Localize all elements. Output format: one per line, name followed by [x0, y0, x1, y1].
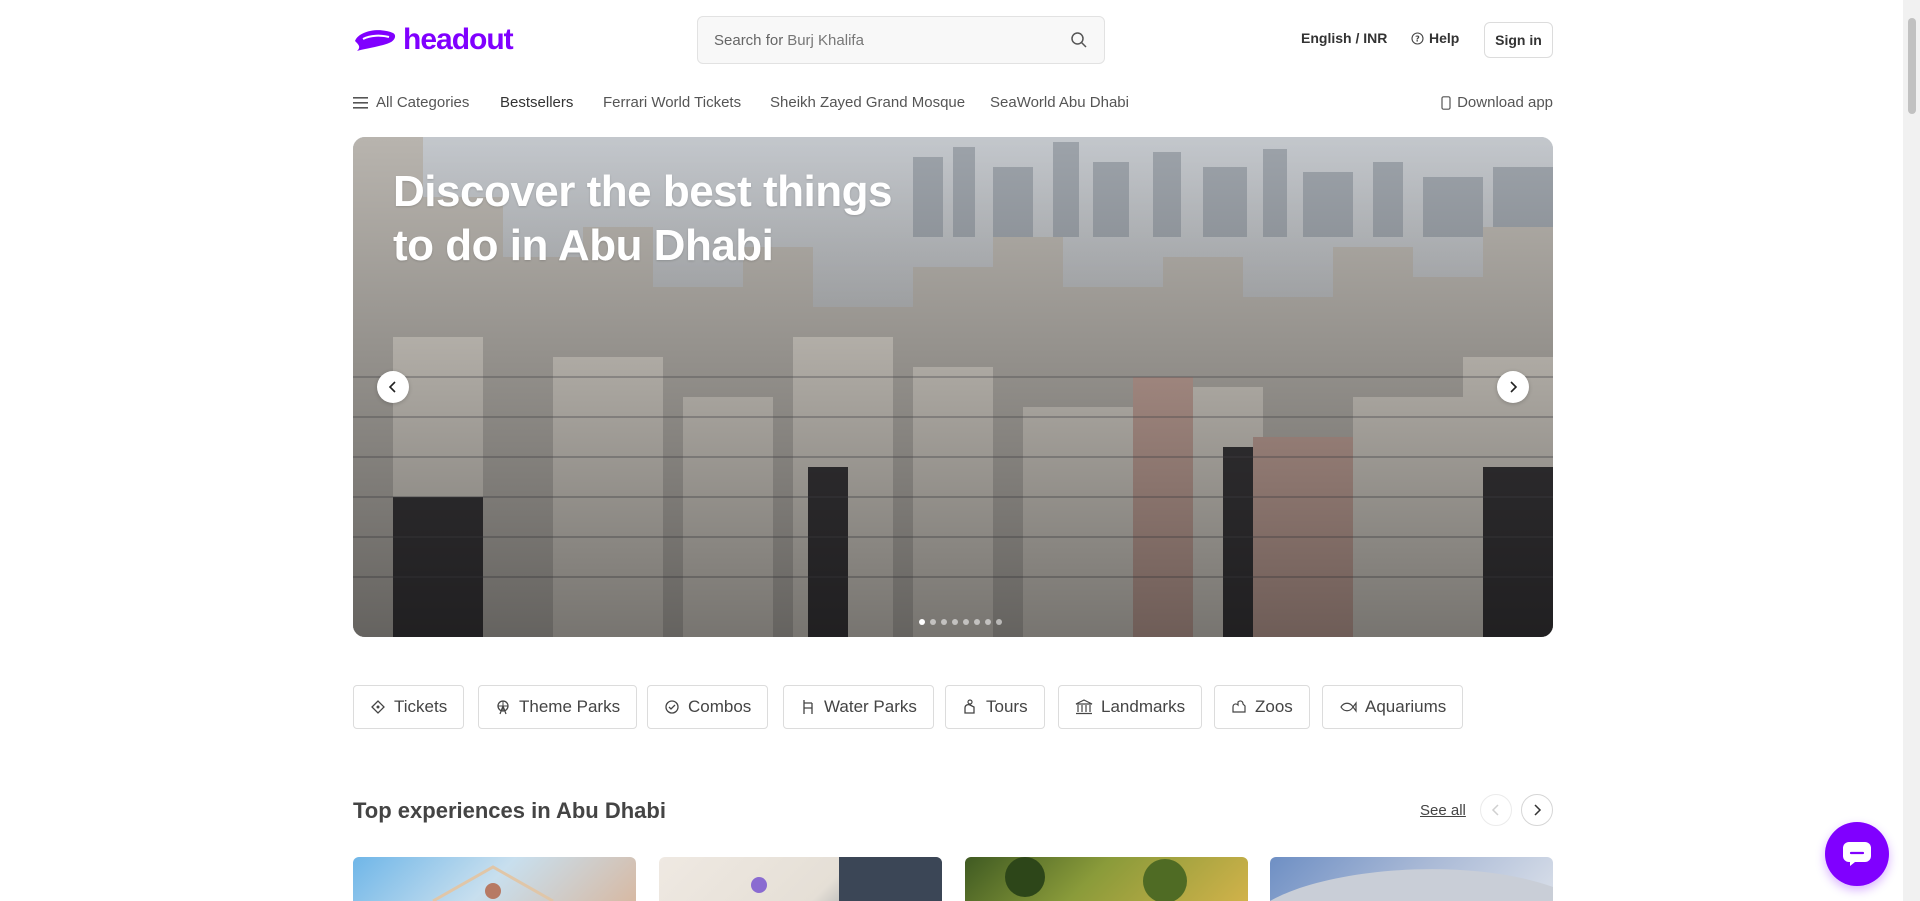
hero-dot[interactable] — [952, 619, 958, 625]
fish-icon — [1340, 701, 1357, 713]
water-park-icon — [803, 700, 813, 714]
hero-title-line2: to do in Abu Dhabi — [393, 221, 774, 270]
chip-label: Combos — [688, 697, 752, 716]
signin-button[interactable]: Sign in — [1484, 22, 1553, 58]
headout-logo-icon — [355, 30, 396, 51]
chip-theme-parks[interactable]: Theme Parks — [478, 685, 638, 729]
search-icon[interactable] — [1070, 31, 1088, 49]
search-prefix: Search for — [714, 31, 784, 49]
download-app-label: Download app — [1457, 94, 1553, 111]
card-photo — [751, 857, 942, 901]
search-suggestion: Burj Khalifa — [787, 31, 864, 49]
chevron-right-icon — [1510, 381, 1518, 393]
hero-prev-button[interactable] — [377, 371, 409, 403]
svg-text:?: ? — [1415, 34, 1420, 43]
logo[interactable]: headout — [353, 22, 514, 58]
download-app-link[interactable]: Download app — [1441, 94, 1553, 111]
logo-text: headout — [403, 23, 514, 56]
chevron-left-icon — [1491, 804, 1499, 816]
hero-dot[interactable] — [996, 619, 1002, 625]
hero-dot[interactable] — [985, 619, 991, 625]
chip-zoos[interactable]: Zoos — [1214, 685, 1310, 729]
experience-card-image[interactable] — [659, 857, 942, 901]
chip-label: Landmarks — [1101, 697, 1186, 716]
help-icon: ? — [1411, 31, 1424, 45]
header: headout Search for Burj Khalifa English … — [353, 0, 1553, 80]
all-categories-label: All Categories — [376, 94, 470, 111]
chip-water-parks[interactable]: Water Parks — [783, 685, 934, 729]
page: headout Search for Burj Khalifa English … — [0, 0, 1903, 901]
chevron-right-icon — [1534, 804, 1542, 816]
landmark-icon — [1075, 699, 1093, 715]
hero-banner: Discover the best things to do in Abu Dh… — [353, 137, 1553, 637]
card-photo — [432, 865, 554, 901]
tour-icon — [964, 699, 975, 714]
chip-combos[interactable]: Combos — [647, 685, 769, 729]
all-categories-menu[interactable]: All Categories — [353, 94, 469, 111]
carousel-prev-button[interactable] — [1480, 794, 1512, 826]
zoo-icon — [1232, 700, 1246, 713]
experience-card-image[interactable] — [353, 857, 636, 901]
chevron-left-icon — [388, 381, 396, 393]
card-photo — [1005, 857, 1187, 901]
ticket-icon — [371, 700, 385, 714]
chat-support-button[interactable] — [1825, 822, 1889, 886]
chip-tours[interactable]: Tours — [945, 685, 1045, 729]
carousel-next-button[interactable] — [1521, 794, 1553, 826]
nav-item-ferrari-world[interactable]: Ferrari World Tickets — [603, 94, 741, 111]
help-link[interactable]: ? Help — [1411, 30, 1459, 46]
hero-dot[interactable] — [919, 619, 925, 625]
category-nav: All Categories Bestsellers Ferrari World… — [353, 88, 1553, 118]
section-title: Top experiences in Abu Dhabi — [353, 798, 666, 823]
hero-dot[interactable] — [963, 619, 969, 625]
card-photo — [1270, 869, 1553, 901]
nav-item-bestsellers[interactable]: Bestsellers — [500, 94, 573, 111]
top-experiences-header: Top experiences in Abu Dhabi See all — [353, 790, 1553, 830]
ferris-wheel-icon — [497, 700, 509, 715]
category-chips: Tickets Theme Parks Combos Water Parks T… — [353, 685, 1553, 729]
hero-dot[interactable] — [974, 619, 980, 625]
language-currency-selector[interactable]: English / INR — [1301, 30, 1387, 46]
nav-item-seaworld[interactable]: SeaWorld Abu Dhabi — [990, 94, 1129, 111]
hero-dot[interactable] — [941, 619, 947, 625]
chip-label: Water Parks — [824, 697, 917, 716]
chat-icon — [1843, 842, 1871, 866]
chip-landmarks[interactable]: Landmarks — [1058, 685, 1203, 729]
hamburger-icon — [353, 96, 368, 109]
hero-title: Discover the best things to do in Abu Dh… — [393, 165, 953, 273]
chip-aquariums[interactable]: Aquariums — [1322, 685, 1464, 729]
chip-label: Theme Parks — [519, 697, 621, 716]
see-all-link[interactable]: See all — [1420, 802, 1466, 819]
combo-icon — [665, 700, 679, 714]
experience-card-image[interactable] — [965, 857, 1248, 901]
nav-item-sheikh-zayed[interactable]: Sheikh Zayed Grand Mosque — [770, 94, 965, 111]
chip-label: Aquariums — [1365, 697, 1447, 716]
experience-card-image[interactable] — [1270, 857, 1553, 901]
chip-label: Zoos — [1255, 697, 1293, 716]
experience-cards — [353, 857, 1553, 901]
hero-pagination — [919, 619, 1002, 625]
hero-next-button[interactable] — [1497, 371, 1529, 403]
help-label: Help — [1429, 30, 1460, 46]
search-input[interactable]: Search for Burj Khalifa — [697, 16, 1105, 64]
chip-tickets[interactable]: Tickets — [353, 685, 465, 729]
scrollbar-thumb[interactable] — [1908, 18, 1916, 114]
hero-title-line1: Discover the best things — [393, 167, 893, 216]
hero-dot[interactable] — [930, 619, 936, 625]
chip-label: Tickets — [394, 697, 448, 716]
page-scrollbar[interactable] — [1903, 0, 1920, 901]
chip-label: Tours — [986, 697, 1028, 716]
phone-icon — [1441, 95, 1451, 110]
